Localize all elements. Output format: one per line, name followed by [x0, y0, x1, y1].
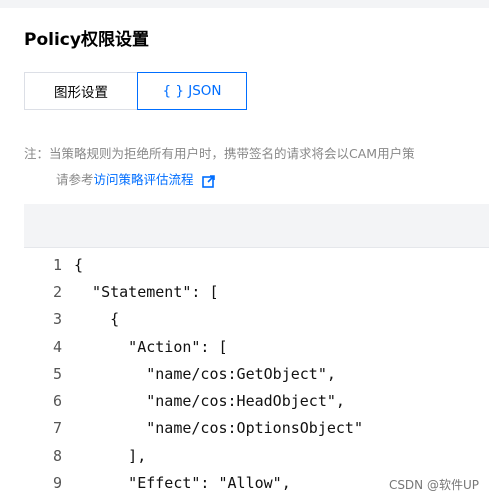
- code-text: "name/cos:HeadObject",: [74, 392, 345, 411]
- code-area[interactable]: 1{ 2 "Statement": [ 3 { 4 "Action": [ 5 …: [24, 251, 489, 497]
- line-number: 9: [52, 474, 62, 493]
- code-line: 6 "name/cos:HeadObject",: [24, 387, 489, 414]
- line-number: 5: [52, 364, 62, 383]
- json-editor[interactable]: 1{ 2 "Statement": [ 3 { 4 "Action": [ 5 …: [24, 204, 489, 499]
- line-number: 7: [52, 419, 62, 438]
- policy-note-reference: 请参考 访问策略评估流程: [56, 170, 215, 190]
- code-text: {: [74, 255, 84, 274]
- code-line: 8 ],: [24, 442, 489, 469]
- code-line: 7 "name/cos:OptionsObject": [24, 415, 489, 442]
- line-number: 2: [52, 282, 62, 301]
- external-link-icon[interactable]: [201, 174, 215, 188]
- editor-toolbar: [24, 204, 489, 248]
- top-strip: [0, 0, 489, 8]
- code-text: "Effect": "Allow",: [74, 474, 291, 493]
- line-number: 1: [52, 255, 62, 274]
- note-prefix: 请参考: [56, 172, 94, 187]
- policy-note: 注：当策略规则为拒绝所有用户时，携带签名的请求将会以CAM用户策: [24, 146, 415, 161]
- code-line: 2 "Statement": [: [24, 278, 489, 305]
- code-line: 5 "name/cos:GetObject",: [24, 360, 489, 387]
- watermark: CSDN @软件UP: [388, 478, 479, 492]
- code-line: 1{: [24, 251, 489, 278]
- tab-json[interactable]: { } JSON: [137, 72, 247, 110]
- code-line: 3 {: [24, 306, 489, 333]
- policy-evaluation-link[interactable]: 访问策略评估流程: [94, 170, 194, 190]
- mode-tabs: 图形设置 { } JSON: [24, 72, 247, 110]
- code-text: "Action": [: [74, 337, 228, 356]
- code-text: {: [74, 310, 120, 329]
- line-number: 3: [52, 310, 62, 329]
- line-number: 8: [52, 446, 62, 465]
- page-title: Policy权限设置: [24, 30, 149, 50]
- code-text: "name/cos:OptionsObject": [74, 419, 363, 438]
- code-line: 4 "Action": [: [24, 333, 489, 360]
- line-number: 4: [52, 337, 62, 356]
- tab-graphic-settings[interactable]: 图形设置: [24, 72, 137, 110]
- code-text: ],: [74, 446, 147, 465]
- code-text: "name/cos:GetObject",: [74, 364, 336, 383]
- line-number: 6: [52, 392, 62, 411]
- code-text: "Statement": [: [74, 282, 219, 301]
